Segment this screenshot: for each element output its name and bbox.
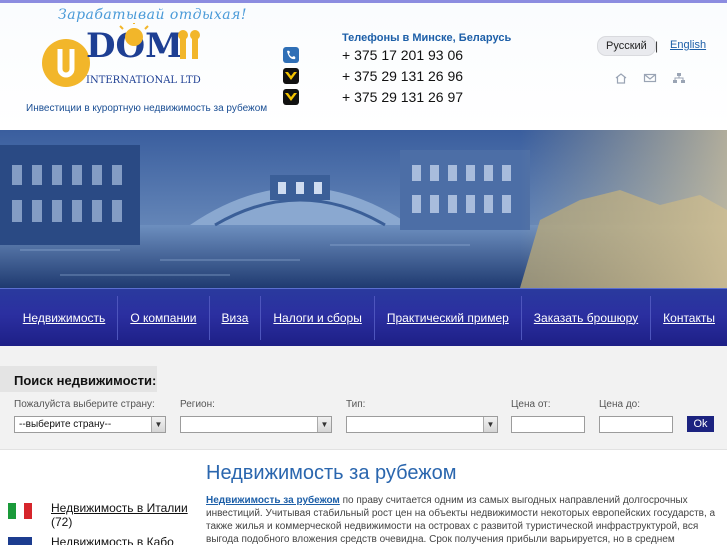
nav-item-property[interactable]: Недвижимость bbox=[11, 295, 119, 340]
country-select[interactable]: --выберите страну-- ▼ bbox=[14, 416, 166, 433]
banner-image bbox=[0, 130, 727, 288]
site-subtitle: Инвестиции в курортную недвижимость за р… bbox=[26, 103, 268, 114]
main-nav: Недвижимость О компании Виза Налоги и сб… bbox=[0, 288, 727, 346]
country-select-value: --выберите страну-- bbox=[19, 419, 112, 430]
lang-english-link[interactable]: English bbox=[670, 39, 706, 51]
type-label: Тип: bbox=[346, 399, 366, 410]
search-panel: Поиск недвижимости: Пожалуйста выберите … bbox=[0, 346, 727, 450]
nav-item-contacts[interactable]: Контакты bbox=[651, 296, 727, 340]
nav-item-example[interactable]: Практический пример bbox=[375, 295, 522, 340]
country-list: Недвижимость в Италии (72) Недвижимость … bbox=[0, 451, 195, 545]
country-label: Пожалуйста выберите страну: bbox=[14, 399, 155, 410]
lang-russian-button[interactable]: Русский bbox=[597, 36, 656, 56]
phone-number[interactable]: + 375 29 131 26 96 bbox=[342, 67, 463, 85]
region-label: Регион: bbox=[180, 399, 215, 410]
price-from-label: Цена от: bbox=[511, 399, 551, 410]
phone-number[interactable]: + 375 29 131 26 97 bbox=[342, 88, 463, 106]
country-count: (72) bbox=[51, 515, 73, 529]
velcom-icon bbox=[283, 68, 299, 84]
phone-number[interactable]: + 375 17 201 93 06 bbox=[342, 46, 463, 64]
country-title[interactable]: Недвижимость в Кабо bbox=[51, 535, 174, 545]
phone-row: + 375 29 131 26 97 bbox=[283, 88, 463, 106]
region-select[interactable]: ▼ bbox=[180, 416, 332, 433]
phone-row: + 375 29 131 26 96 bbox=[283, 67, 463, 85]
chevron-down-icon: ▼ bbox=[483, 417, 497, 432]
price-from-input[interactable] bbox=[511, 416, 585, 433]
phone-row: + 375 17 201 93 06 bbox=[283, 46, 463, 64]
mail-icon[interactable] bbox=[643, 72, 657, 84]
country-title[interactable]: Недвижимость в Италии bbox=[51, 501, 188, 515]
chevron-down-icon: ▼ bbox=[151, 417, 165, 432]
price-to-input[interactable] bbox=[599, 416, 673, 433]
country-link[interactable]: Недвижимость в Италии (72) bbox=[51, 501, 201, 529]
list-item[interactable]: Недвижимость в Кабо bbox=[8, 535, 174, 545]
sitemap-icon[interactable] bbox=[672, 72, 686, 84]
price-to-label: Цена до: bbox=[599, 399, 640, 410]
landline-phone-icon bbox=[283, 47, 299, 63]
intro-lead-link[interactable]: Недвижимость за рубежом bbox=[206, 495, 340, 506]
intro-paragraph: Недвижимость за рубежом по праву считает… bbox=[206, 494, 716, 545]
country-link[interactable]: Недвижимость в Кабо bbox=[51, 535, 201, 545]
search-ok-button[interactable]: Ok bbox=[687, 416, 714, 432]
list-item[interactable]: Недвижимость в Италии (72) bbox=[8, 501, 188, 529]
nav-item-visa[interactable]: Виза bbox=[210, 295, 262, 340]
tagline: Зарабатывай отдыхая! bbox=[58, 7, 248, 23]
company-logo[interactable]: DOM INTERNATIONAL LTD bbox=[38, 23, 208, 103]
header: Зарабатывай отдыхая! DOM INTERNATIONAL L… bbox=[0, 3, 727, 130]
nav-item-about[interactable]: О компании bbox=[118, 295, 210, 340]
chevron-down-icon: ▼ bbox=[317, 417, 331, 432]
italy-flag-icon bbox=[8, 503, 32, 519]
lang-separator: | bbox=[655, 39, 659, 53]
venice-collage bbox=[0, 130, 727, 288]
nav-item-taxes[interactable]: Налоги и сборы bbox=[261, 295, 375, 340]
nav-item-brochure[interactable]: Заказать брошюру bbox=[522, 295, 652, 340]
phones-title: Телефоны в Минске, Беларусь bbox=[342, 32, 512, 44]
cape-verde-flag-icon bbox=[8, 537, 32, 545]
page-title: Недвижимость за рубежом bbox=[206, 462, 457, 484]
logo-subtext: INTERNATIONAL LTD bbox=[86, 75, 201, 86]
home-icon[interactable] bbox=[614, 72, 628, 84]
velcom-icon bbox=[283, 89, 299, 105]
search-title: Поиск недвижимости: bbox=[14, 373, 157, 388]
type-select[interactable]: ▼ bbox=[346, 416, 498, 433]
